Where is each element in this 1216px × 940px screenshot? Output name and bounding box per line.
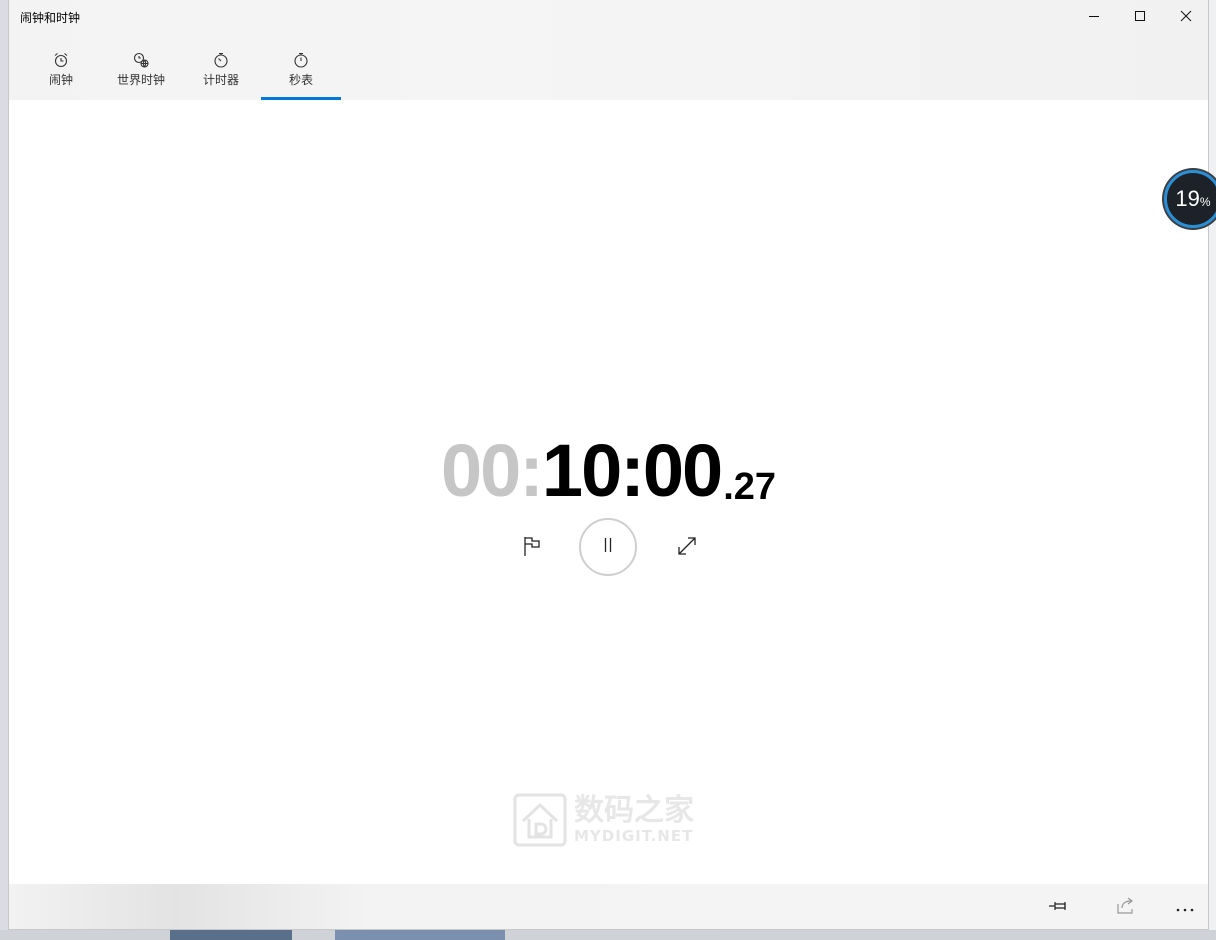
tab-timer[interactable]: 计时器 (181, 44, 261, 100)
tab-label: 世界时钟 (116, 73, 165, 87)
badge-value: 19 (1175, 186, 1200, 211)
world-clock-icon (132, 50, 150, 70)
maximize-button[interactable] (1117, 0, 1163, 32)
tab-bar: 闹钟 世界时钟 计时器 秒表 (21, 44, 341, 100)
tab-stopwatch[interactable]: 秒表 (261, 44, 341, 100)
clock-app-window: 闹钟和时钟 闹钟 世界时钟 计时器 秒表 00: 10:00 .27 数码之家 … (8, 0, 1209, 930)
watermark-en: MYDIGIT.NET (574, 827, 694, 845)
stopwatch-display: 00: 10:00 .27 (9, 418, 1208, 508)
bottom-command-bar (9, 884, 1208, 929)
background-thumbnail (170, 930, 292, 940)
pause-icon (602, 537, 614, 557)
app-title: 闹钟和时钟 (20, 11, 81, 25)
background-thumbnail (335, 930, 505, 940)
stopwatch-fraction: .27 (723, 466, 777, 508)
more-icon (1175, 898, 1195, 917)
timer-icon (212, 50, 230, 70)
badge-unit: % (1199, 195, 1211, 209)
expand-button[interactable] (669, 530, 705, 566)
pin-icon (1048, 898, 1070, 917)
close-button[interactable] (1163, 0, 1208, 32)
stopwatch-panel: 00: 10:00 .27 数码之家 MYDIGIT.NET (9, 100, 1208, 884)
flag-icon (522, 535, 542, 561)
pause-button[interactable] (579, 518, 637, 576)
desktop-background-right (1209, 0, 1216, 940)
pin-button[interactable] (1042, 892, 1076, 922)
lap-button[interactable] (514, 530, 550, 566)
share-button[interactable] (1109, 892, 1143, 922)
close-icon (1180, 10, 1192, 22)
watermark: 数码之家 MYDIGIT.NET (512, 790, 712, 850)
alarm-clock-icon (52, 50, 70, 70)
tab-alarm[interactable]: 闹钟 (21, 44, 101, 100)
watermark-logo-icon (512, 792, 568, 848)
tab-label: 闹钟 (48, 73, 73, 87)
performance-badge[interactable]: 19 % (1164, 170, 1216, 228)
expand-icon (676, 535, 698, 561)
stopwatch-minutes-seconds: 10:00 (541, 429, 723, 512)
watermark-cn: 数码之家 (574, 793, 694, 828)
share-icon (1116, 896, 1136, 918)
watermark-text: 数码之家 MYDIGIT.NET (574, 793, 694, 846)
more-button[interactable] (1168, 892, 1202, 922)
tab-label: 计时器 (202, 73, 239, 87)
title-bar: 闹钟和时钟 闹钟 世界时钟 计时器 秒表 (9, 0, 1208, 100)
stopwatch-hours: 00: (440, 429, 544, 512)
minimize-button[interactable] (1071, 0, 1117, 32)
tab-world-clock[interactable]: 世界时钟 (101, 44, 181, 100)
tab-label: 秒表 (288, 73, 313, 87)
maximize-icon (1134, 10, 1146, 22)
stopwatch-icon (292, 50, 310, 70)
minimize-icon (1088, 10, 1100, 22)
